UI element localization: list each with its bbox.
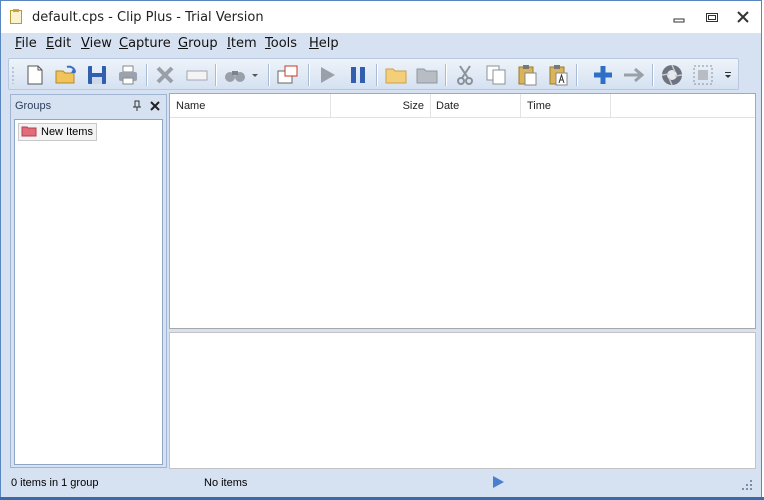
resize-grip-icon[interactable] bbox=[741, 479, 753, 491]
new-file-icon[interactable] bbox=[23, 63, 47, 87]
toolbar-separator bbox=[308, 64, 309, 86]
pin-icon[interactable] bbox=[131, 100, 143, 112]
cut-icon[interactable] bbox=[453, 63, 477, 87]
toolbar-separator bbox=[215, 64, 216, 86]
menu-help[interactable]: Help bbox=[309, 36, 339, 51]
groups-tree[interactable]: New Items bbox=[14, 119, 163, 465]
close-pane-icon[interactable] bbox=[149, 100, 161, 112]
group-item-label: New Items bbox=[41, 126, 93, 138]
column-header-date[interactable]: Date bbox=[431, 94, 521, 117]
move-arrow-icon[interactable] bbox=[622, 63, 646, 87]
menu-file[interactable]: File bbox=[15, 36, 37, 51]
menu-view[interactable]: View bbox=[81, 36, 112, 51]
group-folder-icon bbox=[21, 125, 37, 140]
delete-icon[interactable] bbox=[153, 63, 177, 87]
open-icon[interactable] bbox=[54, 63, 78, 87]
status-bar: 0 items in 1 group No items bbox=[1, 471, 761, 497]
add-icon[interactable] bbox=[591, 63, 615, 87]
capture-region-icon[interactable] bbox=[276, 63, 300, 87]
groups-pane-header: Groups bbox=[11, 95, 166, 117]
print-icon[interactable] bbox=[116, 63, 140, 87]
paste-icon[interactable] bbox=[515, 63, 539, 87]
select-area-icon[interactable] bbox=[691, 63, 715, 87]
app-clipboard-icon bbox=[10, 9, 22, 24]
list-header: Name Size Date Time bbox=[170, 94, 755, 118]
column-header-size[interactable]: Size bbox=[331, 94, 431, 117]
toolbar-separator bbox=[268, 64, 269, 86]
folder-icon[interactable] bbox=[415, 63, 439, 87]
column-header-time[interactable]: Time bbox=[521, 94, 611, 117]
status-play-icon[interactable] bbox=[491, 475, 505, 489]
column-header-name[interactable]: Name bbox=[170, 94, 331, 117]
overflow-chevron-icon[interactable] bbox=[721, 63, 735, 87]
menu-group[interactable]: Group bbox=[178, 36, 218, 51]
maximize-button[interactable] bbox=[702, 9, 722, 25]
status-selection: No items bbox=[204, 477, 248, 489]
app-window: default.cps - Clip Plus - Trial Version … bbox=[0, 0, 762, 497]
groups-pane-title: Groups bbox=[15, 100, 52, 112]
toolbar-separator bbox=[445, 64, 446, 86]
rename-icon[interactable] bbox=[185, 63, 209, 87]
groups-pane: Groups New Items bbox=[10, 94, 167, 468]
items-list[interactable]: Name Size Date Time bbox=[169, 93, 756, 329]
pause-icon[interactable] bbox=[346, 63, 370, 87]
menu-bar: File Edit View Capture Group Item Tools … bbox=[1, 33, 761, 55]
copy-icon[interactable] bbox=[484, 63, 508, 87]
toolbar-separator bbox=[652, 64, 653, 86]
new-folder-icon[interactable] bbox=[384, 63, 408, 87]
main-toolbar bbox=[8, 58, 739, 90]
play-icon[interactable] bbox=[315, 63, 339, 87]
menu-capture[interactable]: Capture bbox=[119, 36, 171, 51]
status-item-count: 0 items in 1 group bbox=[11, 477, 99, 489]
camera-shutter-icon[interactable] bbox=[660, 63, 684, 87]
find-icon[interactable] bbox=[223, 63, 247, 87]
menu-item[interactable]: Item bbox=[227, 36, 257, 51]
title-bar: default.cps - Clip Plus - Trial Version bbox=[1, 1, 761, 33]
menu-tools[interactable]: Tools bbox=[265, 36, 297, 51]
find-dropdown-icon[interactable] bbox=[249, 63, 261, 87]
toolbar-separator bbox=[146, 64, 147, 86]
minimize-button[interactable] bbox=[669, 9, 689, 25]
save-icon[interactable] bbox=[85, 63, 109, 87]
menu-edit[interactable]: Edit bbox=[46, 36, 71, 51]
toolbar-separator bbox=[576, 64, 577, 86]
window-title: default.cps - Clip Plus - Trial Version bbox=[32, 10, 264, 25]
group-item[interactable]: New Items bbox=[18, 123, 97, 141]
close-button[interactable] bbox=[733, 9, 753, 25]
paste-special-icon[interactable] bbox=[546, 63, 570, 87]
toolbar-grip[interactable] bbox=[12, 66, 14, 84]
toolbar-separator bbox=[376, 64, 377, 86]
preview-pane[interactable] bbox=[169, 332, 756, 469]
